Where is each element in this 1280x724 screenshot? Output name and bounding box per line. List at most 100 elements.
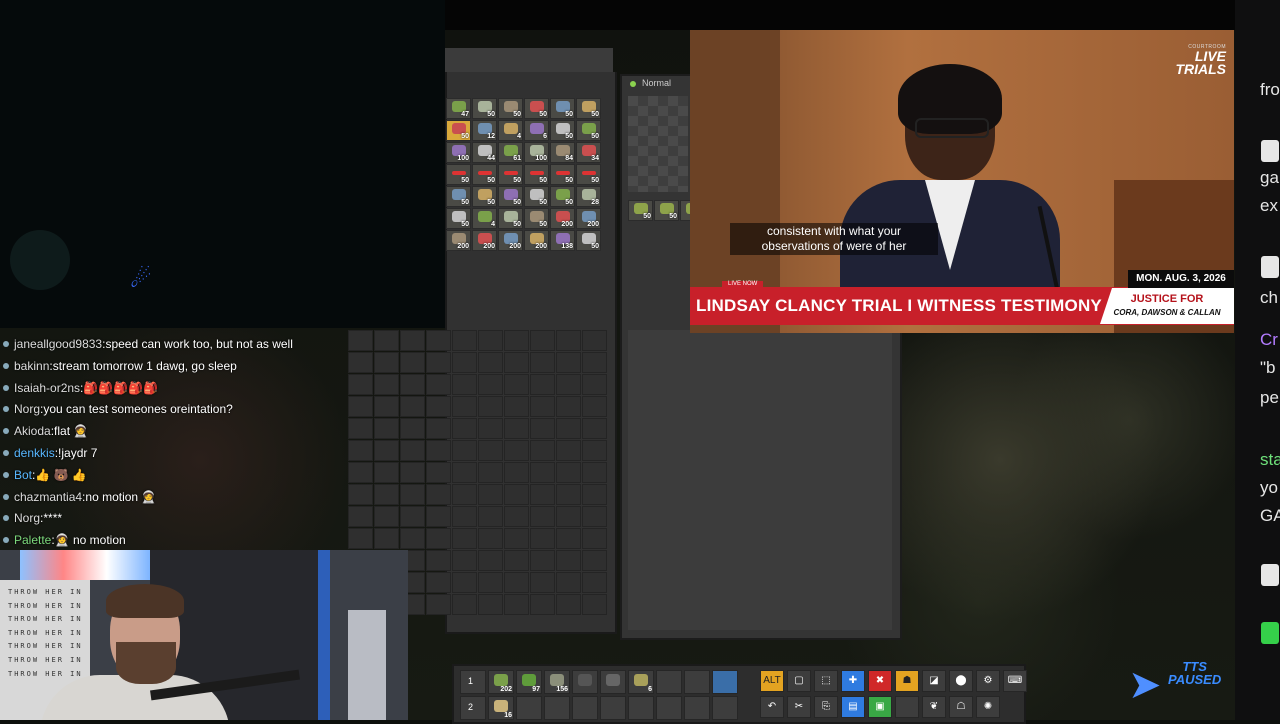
empty-slot[interactable] (530, 572, 555, 593)
inventory-slot[interactable]: 50 (446, 164, 471, 185)
inventory-slot[interactable]: 200 (446, 230, 471, 251)
inventory-slot[interactable]: 50 (498, 164, 523, 185)
cut-icon[interactable]: ✂ (787, 696, 811, 718)
empty-slot[interactable] (556, 374, 581, 395)
inventory-slot[interactable]: 50 (524, 208, 549, 229)
quickbar-slot[interactable] (656, 670, 682, 694)
inventory-slot[interactable]: 50 (550, 98, 575, 119)
green-tool-icon[interactable]: ▣ (868, 696, 892, 718)
inventory-slot[interactable]: 28 (576, 186, 601, 207)
empty-slot[interactable] (530, 528, 555, 549)
inventory-slot[interactable]: 50 (550, 186, 575, 207)
empty-slot[interactable] (452, 594, 477, 615)
inventory-slot[interactable]: 100 (446, 142, 471, 163)
upgrade-icon[interactable]: ☗ (895, 670, 919, 692)
chat-username[interactable]: chazmantia4 (14, 490, 82, 504)
inventory-slot[interactable]: 34 (576, 142, 601, 163)
alert-icon[interactable]: ⬤ (949, 670, 973, 692)
empty-slot[interactable] (530, 550, 555, 571)
empty-slot[interactable] (478, 506, 503, 527)
inventory-slot[interactable]: 50 (498, 98, 523, 119)
empty-slot[interactable] (530, 506, 555, 527)
inventory-slot[interactable]: 50 (498, 186, 523, 207)
inventory-slot[interactable]: 200 (472, 230, 497, 251)
empty-slot[interactable] (400, 330, 425, 351)
chat-username[interactable]: Isaiah-or2ns (14, 381, 80, 395)
empty-slot[interactable] (400, 352, 425, 373)
empty-slot[interactable] (582, 440, 607, 461)
empty-slot[interactable] (348, 528, 373, 549)
empty-slot[interactable] (530, 352, 555, 373)
quickbar-slot[interactable]: 6 (628, 670, 654, 694)
empty-slot[interactable] (374, 374, 399, 395)
quickbar-slot[interactable]: 156 (544, 670, 570, 694)
chat-username[interactable]: Bot (14, 468, 32, 482)
empty-slot[interactable] (530, 484, 555, 505)
empty-slot[interactable] (478, 396, 503, 417)
inventory-slot[interactable]: 200 (498, 230, 523, 251)
empty-slot[interactable] (582, 550, 607, 571)
quickbar-slot[interactable] (712, 696, 738, 720)
empty-slot[interactable] (426, 330, 451, 351)
empty-slot[interactable] (504, 594, 529, 615)
chat-username[interactable]: janeallgood9833 (14, 337, 102, 351)
inventory-slot[interactable]: 50 (446, 208, 471, 229)
inventory-slot[interactable]: 61 (498, 142, 523, 163)
empty-slot[interactable] (530, 374, 555, 395)
empty-slot[interactable] (478, 440, 503, 461)
empty-slot[interactable] (504, 374, 529, 395)
empty-slot[interactable] (530, 594, 555, 615)
empty-slot[interactable] (348, 374, 373, 395)
empty-slot[interactable] (348, 352, 373, 373)
gear-icon[interactable]: ⚙ (976, 670, 1000, 692)
inventory-slot[interactable]: 4 (498, 120, 523, 141)
empty-slot[interactable] (582, 374, 607, 395)
empty-slot[interactable] (556, 396, 581, 417)
empty-slot[interactable] (530, 440, 555, 461)
empty-slot[interactable] (374, 528, 399, 549)
empty-slot[interactable] (582, 330, 607, 351)
empty-slot[interactable] (348, 462, 373, 483)
empty-slot[interactable] (478, 374, 503, 395)
inventory-slot[interactable]: 6 (524, 120, 549, 141)
empty-slot[interactable] (452, 550, 477, 571)
empty-slot[interactable] (348, 440, 373, 461)
empty-slot[interactable] (478, 484, 503, 505)
paste-icon[interactable]: ⎘ (814, 696, 838, 718)
empty-slot[interactable] (374, 396, 399, 417)
empty-slot[interactable] (374, 506, 399, 527)
quickbar-slot[interactable] (516, 696, 542, 720)
empty-slot[interactable] (556, 440, 581, 461)
inventory-slot[interactable]: 50 (446, 120, 471, 141)
empty-slot[interactable] (426, 352, 451, 373)
quickbar-slot[interactable] (684, 670, 710, 694)
empty-slot[interactable] (556, 528, 581, 549)
empty-slot[interactable] (452, 506, 477, 527)
empty-slot[interactable] (426, 462, 451, 483)
quickbar-slot[interactable] (600, 696, 626, 720)
inventory-slot[interactable]: 50 (524, 164, 549, 185)
empty-slot[interactable] (556, 572, 581, 593)
empty-slot[interactable] (426, 572, 451, 593)
empty-slot[interactable] (556, 352, 581, 373)
quickbar-slot[interactable]: 97 (516, 670, 542, 694)
inventory-slot[interactable]: 50 (446, 186, 471, 207)
empty-slot[interactable] (478, 594, 503, 615)
empty-slot[interactable] (400, 418, 425, 439)
empty-slot[interactable] (556, 550, 581, 571)
empty-slot[interactable] (452, 440, 477, 461)
quickbar-slot[interactable] (544, 696, 570, 720)
empty-slot[interactable] (504, 396, 529, 417)
inventory-slot[interactable]: 50 (550, 120, 575, 141)
empty-slot[interactable] (348, 330, 373, 351)
empty-slot[interactable] (530, 462, 555, 483)
empty-slot[interactable] (426, 594, 451, 615)
empty-slot[interactable] (478, 352, 503, 373)
inventory-slot[interactable]: 50 (576, 98, 601, 119)
empty-slot[interactable] (582, 506, 607, 527)
inventory-slot[interactable]: 50 (472, 98, 497, 119)
quickbar-slot[interactable] (628, 696, 654, 720)
inventory-slot[interactable]: 50 (524, 186, 549, 207)
quickbar-slot[interactable] (712, 670, 738, 694)
empty-slot[interactable] (374, 352, 399, 373)
